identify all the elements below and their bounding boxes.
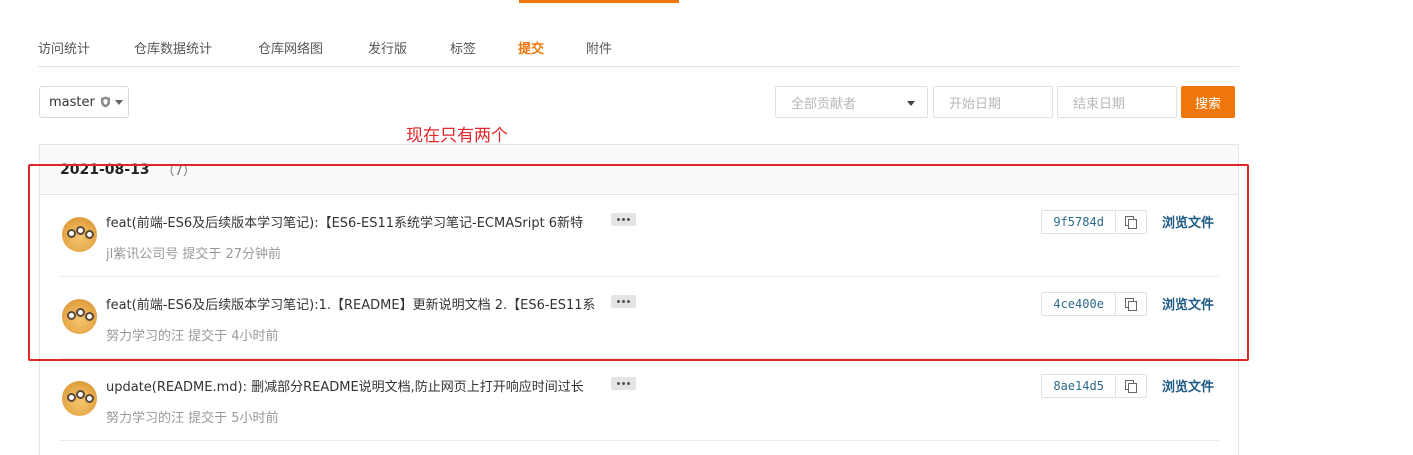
tab-tags[interactable]: 标签 [450,38,476,57]
expand-message-button[interactable] [611,377,636,390]
commit-count: （7） [161,164,196,179]
tab-network-graph[interactable]: 仓库网络图 [258,38,323,57]
annotation-text: 现在只有两个 [406,126,508,146]
commit-author-time: jl紫讯公司号 提交于 27分钟前 [106,247,282,262]
commit-author-time: 努力学习的汪 提交于 5小时前 [106,411,279,426]
tab-repo-data-stats[interactable]: 仓库数据统计 [134,38,212,57]
end-date-input[interactable]: 结束日期 [1057,86,1177,118]
commit-sha-link[interactable]: 8ae14d5 [1042,375,1117,397]
commit-row: feat(前端-ES6及后续版本学习笔记):【ES6-ES11系统学习笔记-EC… [60,195,1219,277]
tab-visit-stats[interactable]: 访问统计 [38,38,90,57]
avatar[interactable] [62,217,97,252]
commit-sha-group: 9f5784d [1041,210,1147,234]
copy-icon[interactable] [1116,211,1146,233]
commit-row: feat(前端-ES6及后续版本学习笔记):1.【README】更新说明文档 2… [60,277,1219,359]
commit-sha-link[interactable]: 9f5784d [1042,211,1117,233]
browse-files-link[interactable]: 浏览文件 [1162,376,1214,395]
start-date-input[interactable]: 开始日期 [933,86,1053,118]
branch-name: master [49,94,95,110]
avatar[interactable] [62,299,97,334]
commit-row: update(README.md): 删减部分README说明文档,防止网页上打… [60,359,1219,441]
commit-author-time: 努力学习的汪 提交于 4小时前 [106,329,279,344]
commit-list-panel: 2021-08-13 （7） feat(前端-ES6及后续版本学习笔记):【ES… [39,144,1239,455]
contributor-select[interactable]: 全部贡献者 [775,86,928,118]
commit-date: 2021-08-13 [60,161,150,178]
commit-sha-group: 8ae14d5 [1041,374,1147,398]
commit-message-link[interactable]: feat(前端-ES6及后续版本学习笔记):1.【README】更新说明文档 2… [106,294,596,313]
chevron-down-icon [114,99,123,105]
tab-attachments[interactable]: 附件 [586,38,612,57]
expand-message-button[interactable] [611,213,636,226]
search-button[interactable]: 搜索 [1181,86,1235,118]
shield-icon [100,96,111,108]
commit-sha-link[interactable]: 4ce400e [1042,293,1117,315]
commit-message-link[interactable]: feat(前端-ES6及后续版本学习笔记):【ES6-ES11系统学习笔记-EC… [106,212,583,231]
tab-commits[interactable]: 提交 [518,38,544,57]
chevron-down-icon [907,101,915,106]
end-date-placeholder: 结束日期 [1073,96,1126,112]
contributor-select-value: 全部贡献者 [791,96,857,112]
expand-message-button[interactable] [611,295,636,308]
browse-files-link[interactable]: 浏览文件 [1162,212,1214,231]
branch-selector[interactable]: master [39,86,129,118]
start-date-placeholder: 开始日期 [949,96,1002,112]
commit-message-link[interactable]: update(README.md): 删减部分README说明文档,防止网页上打… [106,376,584,395]
browse-files-link[interactable]: 浏览文件 [1162,294,1214,313]
copy-icon[interactable] [1116,375,1146,397]
avatar[interactable] [62,381,97,416]
commit-date-header: 2021-08-13 （7） [40,145,1238,195]
commit-sha-group: 4ce400e [1041,292,1147,316]
tab-releases[interactable]: 发行版 [368,38,407,57]
repo-subnav-tabs: 访问统计 仓库数据统计 仓库网络图 发行版 标签 提交 附件 [38,28,1239,67]
top-nav-active-indicator [519,0,679,3]
copy-icon[interactable] [1116,293,1146,315]
